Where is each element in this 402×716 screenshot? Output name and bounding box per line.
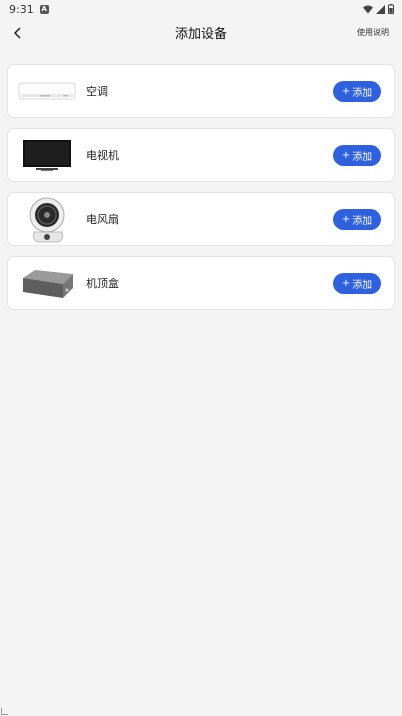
status-bar: 9:31 A (0, 0, 402, 18)
air-conditioner-image (14, 69, 80, 115)
status-right (363, 4, 394, 14)
add-electric-fan-button[interactable]: + 添加 (333, 209, 381, 230)
battery-icon (388, 4, 394, 14)
page-title: 添加设备 (174, 27, 227, 42)
add-set-top-box-button[interactable]: + 添加 (333, 273, 381, 294)
help-link[interactable]: 使用说明 (357, 27, 389, 38)
plus-icon: + (341, 214, 351, 225)
a-notification-icon: A (39, 4, 49, 14)
add-button-label: 添加 (352, 280, 373, 291)
app-header: 添加设备 使用说明 (0, 18, 402, 48)
wifi-icon (363, 5, 373, 13)
plus-icon: + (341, 150, 351, 161)
electric-fan-image (14, 197, 80, 243)
device-card-set-top-box[interactable]: 机顶盒 + 添加 (7, 256, 395, 310)
device-name: 空调 (86, 85, 108, 98)
television-image (14, 133, 80, 179)
status-left: 9:31 A (9, 3, 49, 16)
device-name: 电风扇 (86, 213, 119, 226)
device-name: 机顶盒 (86, 277, 119, 290)
add-button-label: 添加 (352, 216, 373, 227)
add-television-button[interactable]: + 添加 (333, 145, 381, 166)
device-card-electric-fan[interactable]: 电风扇 + 添加 (7, 192, 395, 246)
device-list: 空调 + 添加 电视机 + 添加 电风扇 + 添加 机顶盒 + 添加 (7, 64, 395, 320)
set-top-box-image (14, 261, 80, 307)
device-card-television[interactable]: 电视机 + 添加 (7, 128, 395, 182)
device-card-air-conditioner[interactable]: 空调 + 添加 (7, 64, 395, 118)
device-name: 电视机 (86, 149, 119, 162)
status-time: 9:31 (9, 2, 34, 16)
add-button-label: 添加 (352, 152, 373, 163)
plus-icon: + (341, 86, 351, 97)
signal-icon (376, 4, 385, 14)
plus-icon: + (341, 278, 351, 289)
gesture-corner-indicator (1, 708, 8, 715)
add-button-label: 添加 (352, 88, 373, 99)
add-air-conditioner-button[interactable]: + 添加 (333, 81, 381, 102)
